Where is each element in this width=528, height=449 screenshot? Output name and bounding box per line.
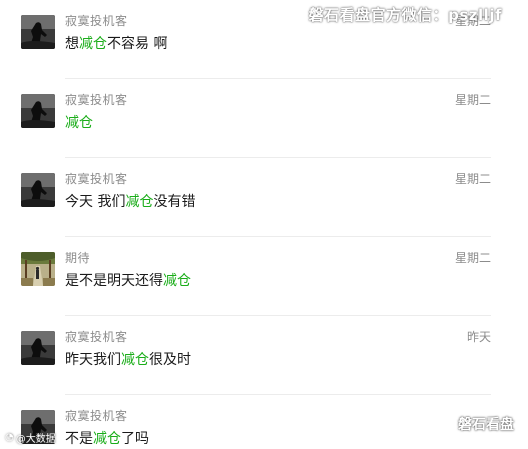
timestamp: 星期二 (454, 172, 491, 186)
list-item[interactable]: 期待 星期二 是不是明天还得减仓 (0, 237, 528, 316)
message-text: 是不是明天还得减仓 (65, 270, 191, 290)
message-segment: 今天 我们 (65, 194, 126, 210)
message-segment: 很及时 (149, 352, 191, 368)
list-item[interactable]: 寂寞投机客 星期二 减仓 (0, 79, 528, 158)
highlight-keyword: 减仓 (121, 352, 149, 368)
silhouette-avatar-icon (21, 15, 55, 49)
message-segment: 昨天我们 (65, 352, 121, 368)
message-list: 寂寞投机客 星期二 想减仓不容易 啊 寂寞投机客 星期二 减仓 寂寞投机客 星期… (0, 0, 528, 449)
user-avatar[interactable] (21, 331, 55, 365)
sender-name: 寂寞投机客 (65, 172, 128, 186)
message-text: 不是减仓了吗 (65, 428, 149, 448)
watermark-logo-icon: ◔ (5, 432, 14, 443)
message-segment: 不是 (65, 431, 93, 447)
sender-name: 期待 (65, 251, 91, 265)
message-segment: 不容易 啊 (107, 36, 168, 52)
message-text: 想减仓不容易 啊 (65, 33, 167, 53)
sender-name: 寂寞投机客 (65, 409, 128, 423)
user-avatar[interactable] (21, 15, 55, 49)
user-avatar[interactable] (21, 252, 55, 286)
highlight-keyword: 减仓 (79, 36, 107, 52)
watermark-label: @大数据 (15, 434, 56, 445)
timestamp: 星期二 (454, 251, 491, 265)
message-segment: 是不是明天还得 (65, 273, 163, 289)
message-segment: 了吗 (121, 431, 149, 447)
list-item[interactable]: 寂寞投机客 昨天 昨天我们减仓很及时 (0, 316, 528, 395)
watermark-bottom-left: ◔ @大数据 (5, 430, 56, 445)
sender-name: 寂寞投机客 (65, 330, 128, 344)
user-avatar[interactable] (21, 173, 55, 207)
watermark-label: 磐石看盘 (458, 417, 514, 433)
message-segment: 想 (65, 36, 79, 52)
message-text: 今天 我们减仓没有错 (65, 191, 195, 211)
watermark-bottom-right: 磐石看盘 (432, 414, 514, 434)
timestamp: 星期二 (454, 93, 491, 107)
highlight-keyword: 减仓 (163, 273, 191, 289)
garden-path-avatar-icon (21, 252, 55, 286)
sender-name: 寂寞投机客 (65, 14, 128, 28)
highlight-keyword: 减仓 (125, 194, 154, 210)
highlight-keyword: 减仓 (93, 431, 121, 447)
wechat-icon (432, 415, 454, 432)
highlight-keyword: 减仓 (65, 115, 93, 131)
silhouette-avatar-icon (21, 331, 55, 365)
silhouette-avatar-icon (21, 94, 55, 128)
message-text: 减仓 (65, 112, 93, 132)
silhouette-avatar-icon (21, 173, 55, 207)
timestamp: 昨天 (466, 330, 491, 344)
message-segment: 没有错 (153, 194, 196, 210)
list-item[interactable]: 寂寞投机客 星期二 今天 我们减仓没有错 (0, 158, 528, 237)
message-text: 昨天我们减仓很及时 (65, 349, 191, 369)
watermark-top: 磐石看盘官方微信：pszlljf (308, 6, 502, 24)
sender-name: 寂寞投机客 (65, 93, 128, 107)
user-avatar[interactable] (21, 94, 55, 128)
